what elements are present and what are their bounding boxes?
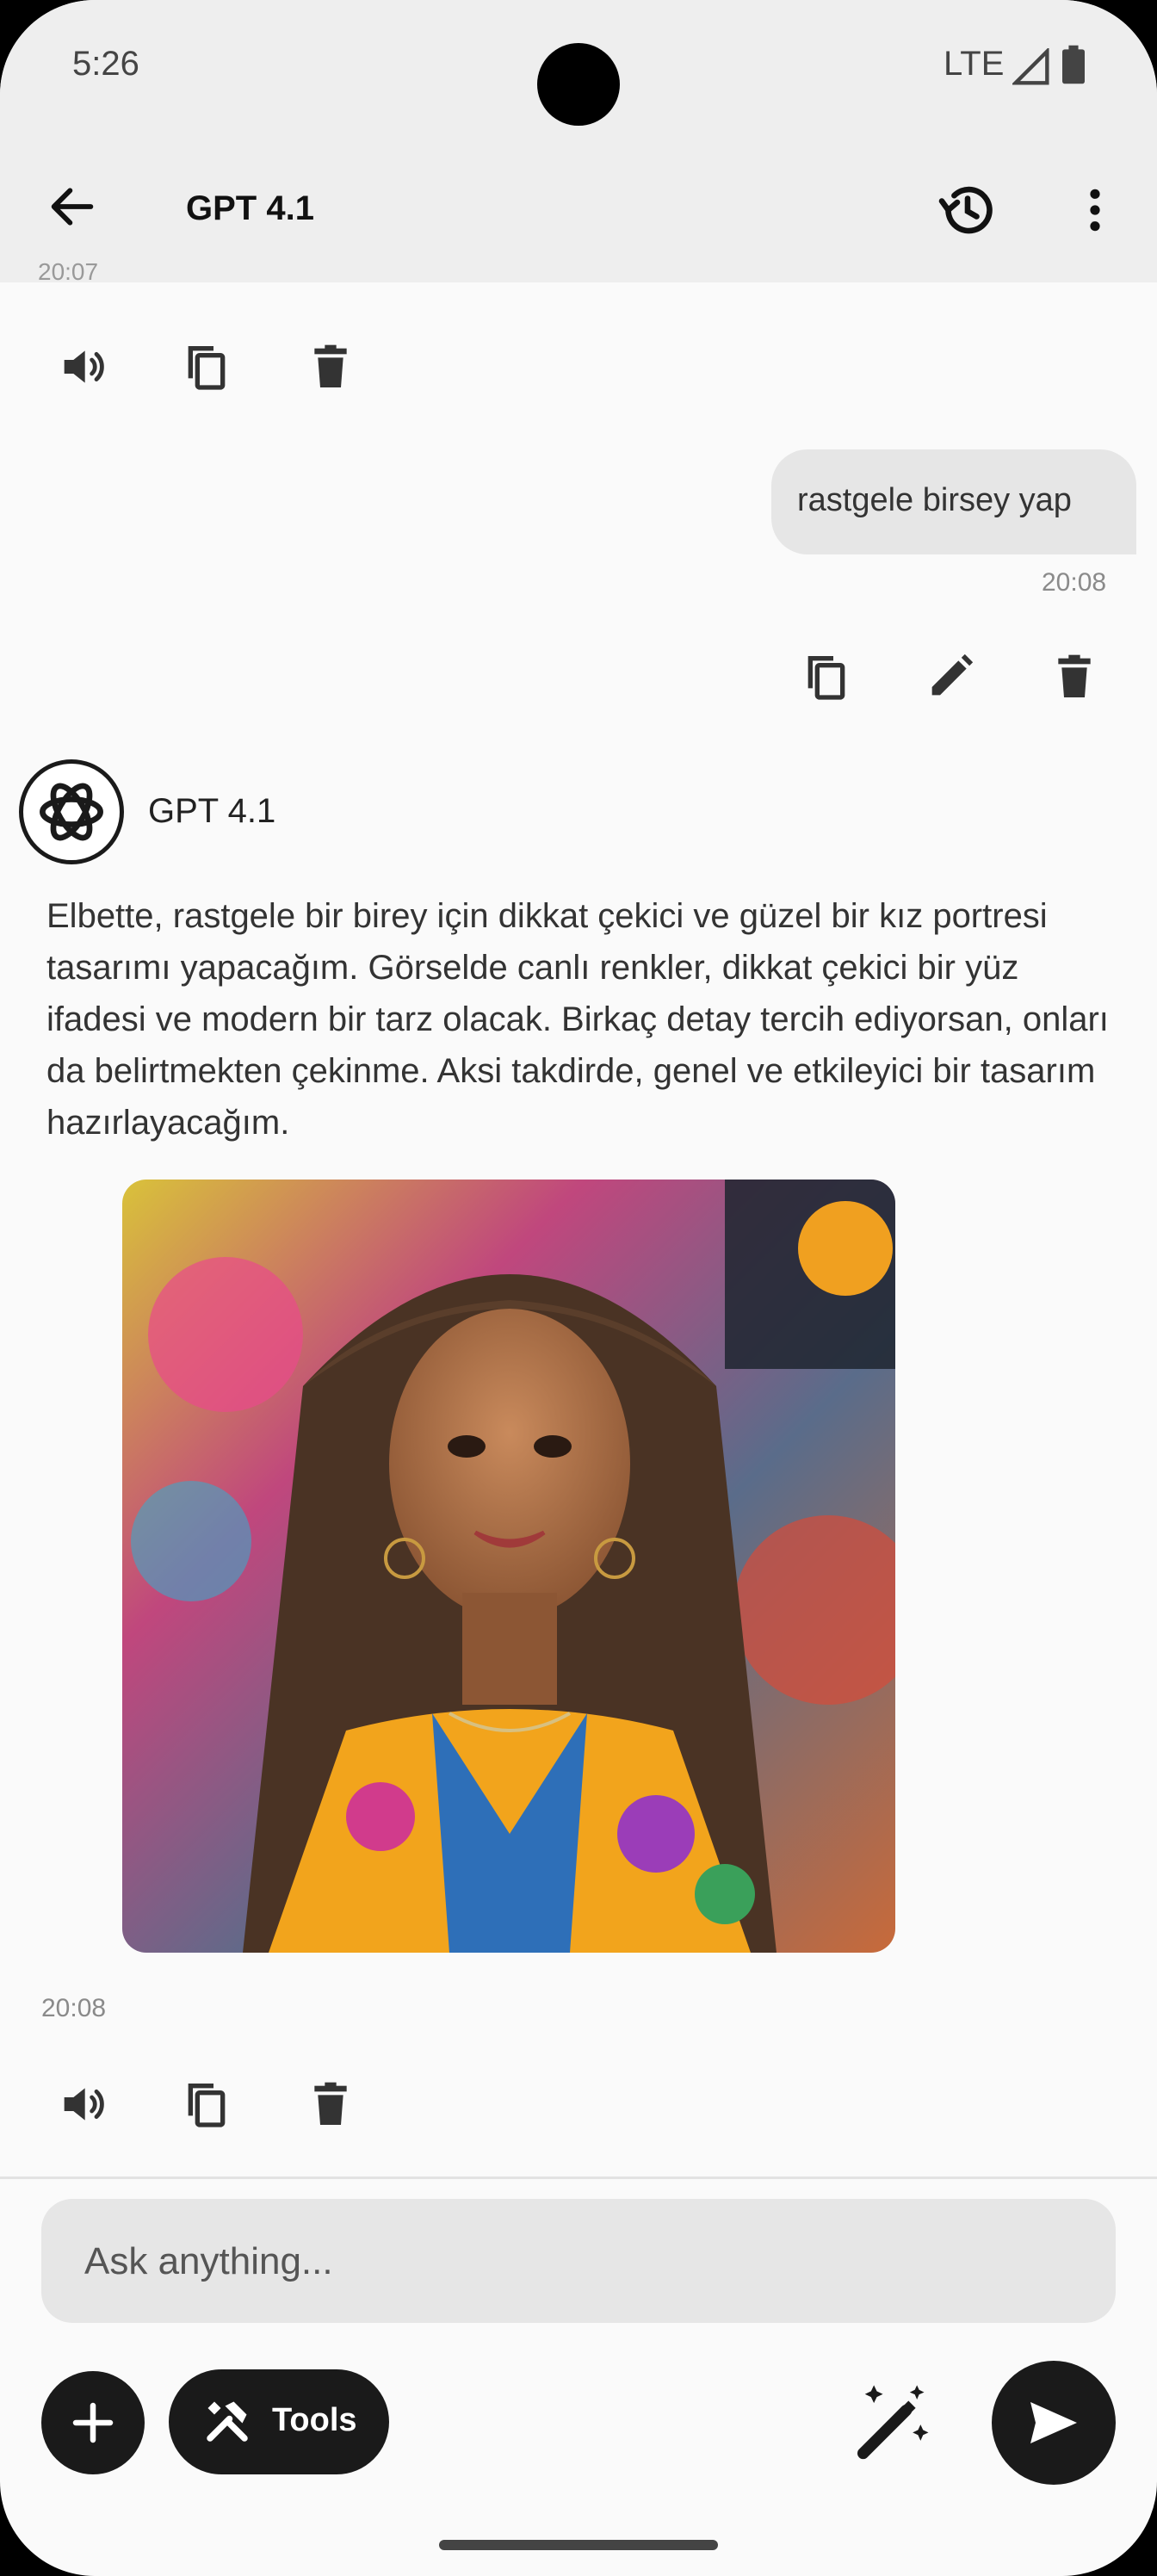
user-message-bubble: rastgele birsey yap	[771, 449, 1136, 554]
status-time: 5:26	[72, 45, 139, 83]
volume-icon	[64, 350, 104, 383]
signal-icon	[1012, 48, 1049, 85]
send-button[interactable]	[992, 2361, 1116, 2485]
network-label: LTE	[944, 45, 1005, 83]
copy-icon	[188, 346, 226, 390]
trash-icon	[314, 2082, 347, 2125]
portrait-illustration	[122, 1180, 895, 1953]
trash-icon	[314, 344, 347, 387]
tools-label: Tools	[272, 2402, 357, 2438]
more-vert-icon[interactable]	[1067, 179, 1123, 241]
user-message-text: rastgele birsey yap	[797, 482, 1072, 518]
delete-assistant-button[interactable]	[303, 2077, 358, 2132]
home-indicator[interactable]	[439, 2540, 718, 2550]
copy-icon	[188, 2084, 226, 2127]
status-bar: 5:26 LTE	[0, 0, 1157, 138]
plus-icon	[72, 2402, 114, 2443]
model-avatar	[19, 759, 124, 864]
app-bar: 5:26 LTE GPT 4.1	[0, 0, 1157, 282]
openai-logo-icon	[40, 783, 103, 841]
speak-assistant-button[interactable]	[55, 2077, 110, 2132]
magic-wand-button[interactable]	[849, 2378, 935, 2464]
history-icon[interactable]	[937, 179, 999, 241]
clipped-timestamp: 20:07	[38, 258, 99, 284]
pencil-icon	[931, 653, 974, 696]
volume-icon	[64, 2088, 104, 2121]
phone-screen: 5:26 LTE GPT 4.1 20:07 rastgele birsey y…	[0, 0, 1157, 2576]
camera-cutout	[537, 43, 620, 126]
composer-divider	[0, 2177, 1157, 2179]
page-title: GPT 4.1	[186, 189, 314, 227]
magic-wand-icon	[857, 2385, 929, 2460]
tools-icon	[207, 2401, 248, 2442]
delete-button[interactable]	[303, 339, 358, 394]
add-attachment-button[interactable]	[41, 2371, 145, 2474]
copy-icon	[807, 656, 845, 700]
assistant-message-time: 20:08	[41, 1994, 107, 2022]
battery-icon	[1062, 45, 1085, 84]
tools-button[interactable]: Tools	[169, 2369, 389, 2474]
copy-assistant-button[interactable]	[179, 2077, 234, 2132]
message-input-container	[41, 2199, 1116, 2325]
delete-user-button[interactable]	[1047, 649, 1102, 704]
back-arrow-icon[interactable]	[45, 179, 100, 234]
assistant-message-text: Elbette, rastgele bir birey için dikkat …	[46, 897, 1109, 1142]
send-icon	[1030, 2402, 1077, 2443]
message-input[interactable]	[83, 2199, 1076, 2325]
edit-button[interactable]	[923, 649, 978, 704]
assistant-model-name: GPT 4.1	[148, 792, 276, 830]
trash-icon	[1058, 654, 1091, 697]
copy-user-button[interactable]	[799, 649, 854, 704]
speak-button[interactable]	[55, 339, 110, 394]
generated-image[interactable]	[122, 1180, 895, 1953]
copy-button[interactable]	[179, 339, 234, 394]
user-message-time: 20:08	[1042, 568, 1107, 597]
